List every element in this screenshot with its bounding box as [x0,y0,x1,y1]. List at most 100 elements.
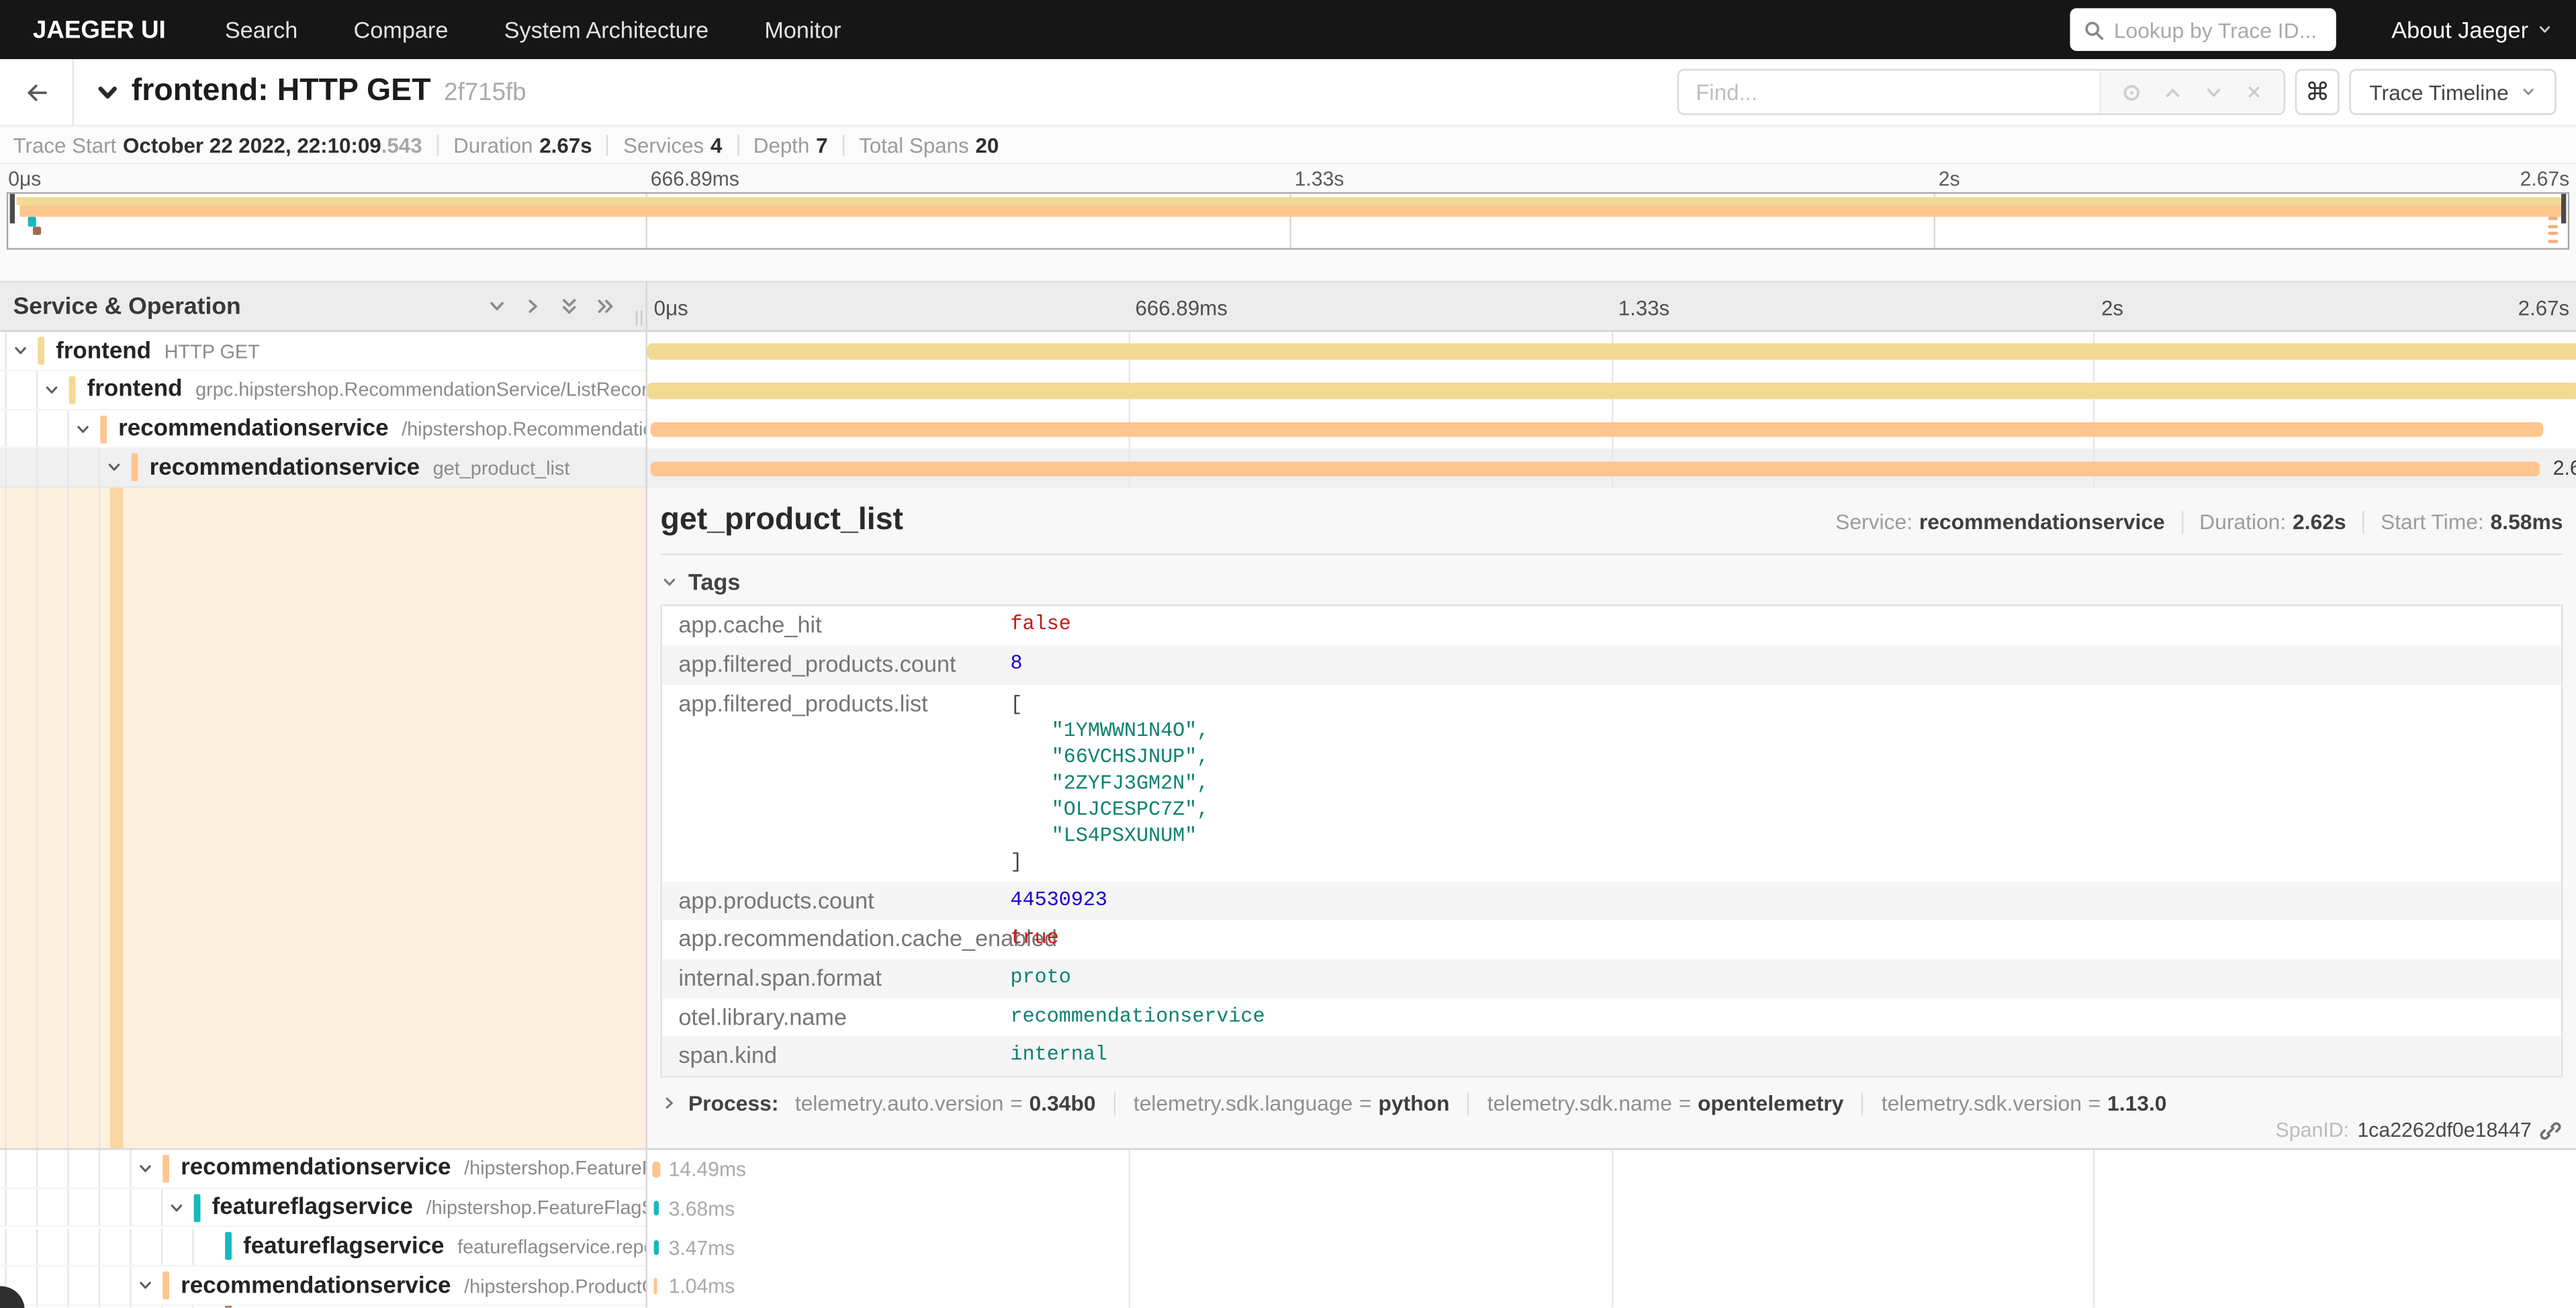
timeline-tick: 2.67s [2518,295,2570,320]
back-button[interactable] [0,59,74,125]
nav-item-compare[interactable]: Compare [354,16,449,42]
about-jaeger-menu[interactable]: About Jaeger [2391,16,2552,42]
trace-lookup-box[interactable] [2070,8,2336,51]
trace-view-selector[interactable]: Trace Timeline [2350,69,2557,115]
minimap-tick: 0μs [8,168,41,191]
span-bar[interactable] [647,344,2576,359]
row-collapse-chevron[interactable] [161,1189,192,1227]
row-collapse-chevron[interactable] [130,1150,160,1188]
tag-row: internal.span.format proto [662,959,2561,998]
span-name-cell[interactable]: recommendationservice /hipstershop.Recom… [0,410,645,449]
nav-item-search[interactable]: Search [225,16,298,42]
span-operation-name: featureflagservice.repo.query:fe… [457,1235,645,1258]
detail-service-label: Service: [1835,510,1913,534]
span-timeline-cell [645,332,2576,371]
tag-key: app.products.count [678,888,1010,913]
span-bar[interactable] [652,1162,660,1177]
depth-label: Depth [753,132,810,157]
minimap-span-other [33,227,41,235]
process-section-toggle[interactable]: Process: telemetry.auto.version = 0.34b0… [660,1090,2563,1115]
span-id-value: 1ca2262df0e18447 [2357,1119,2532,1141]
chevron-down-icon [93,78,122,106]
minimap-span-late [2548,239,2558,243]
row-collapse-chevron[interactable] [36,371,67,410]
span-bar[interactable] [651,422,2543,437]
total-spans-label: Total Spans [859,132,969,157]
chevron-down-icon [2520,84,2536,100]
span-timeline-cell: 14.49ms [645,1150,2576,1189]
span-name-cell[interactable]: frontend grpc.hipstershop.Recommendation… [0,371,645,410]
span-bar[interactable] [654,1278,657,1294]
span-name-cell[interactable]: recommendationservice /hipstershop.Featu… [0,1150,645,1189]
find-box [1677,69,2285,115]
tag-row: otel.library.name recommendationservice [662,998,2561,1037]
duration-value: 2.67s [539,132,592,157]
tag-key: otel.library.name [678,1005,1010,1030]
focus-target-icon[interactable] [2121,81,2143,103]
find-input[interactable] [1680,71,2100,113]
span-bar[interactable] [654,1201,658,1216]
row-collapse-chevron[interactable] [130,1267,160,1305]
span-duration-label: 14.49ms [669,1158,746,1181]
span-service-name: frontend [56,338,151,364]
trace-lookup-input[interactable] [2114,17,2323,42]
span-name-cell[interactable]: featureflagservice /hipstershop.FeatureF… [0,1189,645,1228]
span-operation-name: HTTP GET [165,340,260,363]
row-collapse-chevron[interactable] [5,332,36,371]
timeline-tick: 2s [2101,295,2123,320]
detail-service-value: recommendationservice [1919,510,2165,534]
span-name-cell[interactable]: recommendationservice /hipstershop.Produ… [0,1267,645,1306]
row-collapse-chevron[interactable] [99,449,130,487]
span-row: featureflagservice /hipstershop.FeatureF… [0,1189,2576,1228]
span-id-row: SpanID: 1ca2262df0e18447 [2276,1119,2561,1141]
service-color-bar [69,376,76,404]
detail-meta: Service: recommendationservice Duration:… [1835,510,2563,534]
span-name-cell[interactable]: recommendationservice get_product_list [0,449,645,488]
minimap-right-scrub-handle[interactable] [2561,194,2566,224]
trace-id-short: 2f715fb [444,79,526,107]
span-name-cell[interactable]: featureflagservice featureflagservice.re… [0,1228,645,1267]
column-resizer-handle[interactable] [636,310,643,325]
top-nav: JAEGER UI Search Compare System Architec… [0,0,2576,59]
clear-find-x-icon[interactable] [2244,82,2264,101]
next-result-chevron-down-icon[interactable] [2203,81,2225,103]
collapse-one-chevron-down-icon[interactable] [486,295,508,317]
span-service-name: recommendationservice [150,455,420,481]
chevron-down-icon [660,573,678,591]
nav-item-system-architecture[interactable]: System Architecture [504,16,709,42]
expand-all-double-chevron-right-icon[interactable] [595,295,616,317]
span-name-cell[interactable] [0,1306,645,1308]
collapse-trace-chevron[interactable] [93,78,122,106]
service-color-bar [163,1272,169,1300]
tag-row: app.recommendation.cache_enabled true [662,920,2561,959]
total-spans-value: 20 [976,132,999,157]
span-bar[interactable] [647,383,2576,398]
tag-value: internal [1011,1043,1107,1069]
minimap-left-scrub-handle[interactable] [10,194,15,224]
span-duration-label: 2.62s [2553,457,2576,480]
duration-label: Duration [453,132,533,157]
tag-key: app.cache_hit [678,613,1010,639]
tag-key: app.filtered_products.list [678,691,1010,716]
span-name-cell[interactable]: frontend HTTP GET [0,332,645,371]
nav-item-monitor[interactable]: Monitor [764,16,841,42]
search-icon [2082,19,2104,40]
column-divider[interactable] [645,281,647,1308]
span-duration-label: 3.47ms [669,1236,735,1259]
collapse-all-double-chevron-down-icon[interactable] [559,295,580,317]
span-timeline-cell: 1.04ms [645,1267,2576,1306]
prev-result-chevron-up-icon[interactable] [2162,81,2184,103]
app-logo[interactable]: JAEGER UI [33,15,166,44]
span-bar[interactable] [651,461,2540,476]
keyboard-shortcuts-button[interactable]: ⌘ [2295,69,2340,115]
copy-link-icon[interactable] [2540,1119,2561,1141]
tag-value: recommendationservice [1011,1005,1265,1030]
service-color-bar [100,415,107,443]
span-operation-name: /hipstershop.FeatureFlagService/Ge… [426,1196,646,1219]
tags-section-toggle[interactable]: Tags [660,569,2563,595]
minimap-canvas[interactable] [7,192,2569,250]
row-collapse-chevron[interactable] [67,410,98,449]
span-bar[interactable] [654,1240,658,1255]
process-key: telemetry.auto.version [795,1090,1004,1115]
expand-one-chevron-right-icon[interactable] [522,295,544,317]
